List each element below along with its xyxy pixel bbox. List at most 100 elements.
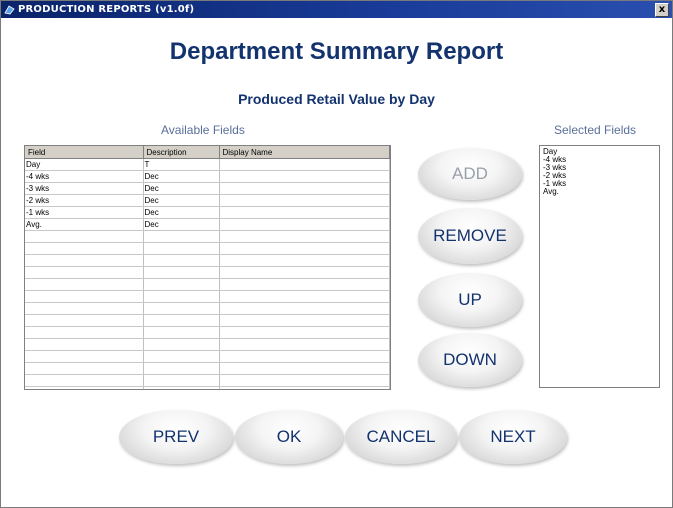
cell-field[interactable] — [25, 350, 144, 363]
cell-display-name[interactable] — [219, 386, 390, 389]
next-button[interactable]: NEXT — [459, 410, 567, 464]
cell-field[interactable] — [25, 278, 144, 291]
table-row[interactable]: -4 wks Dec — [25, 170, 390, 183]
table-row[interactable] — [25, 278, 390, 291]
cell-description[interactable] — [143, 350, 220, 363]
app-window: PRODUCTION REPORTS (v1.0f) x Department … — [0, 0, 673, 508]
selected-fields-label: Selected Fields — [554, 123, 637, 137]
cell-description[interactable] — [143, 362, 220, 375]
table-row[interactable] — [25, 302, 390, 315]
table-row[interactable] — [25, 338, 390, 351]
cell-description[interactable]: Dec — [143, 194, 220, 207]
cell-field[interactable] — [25, 314, 144, 327]
table-row[interactable] — [25, 326, 390, 339]
cell-description[interactable]: T — [143, 158, 220, 171]
cell-display-name[interactable] — [219, 266, 390, 279]
cell-display-name[interactable] — [219, 326, 390, 339]
cell-description[interactable] — [143, 266, 220, 279]
cancel-button[interactable]: CANCEL — [345, 410, 457, 464]
table-row[interactable] — [25, 242, 390, 255]
cell-display-name[interactable] — [219, 170, 390, 183]
cell-description[interactable]: Dec — [143, 218, 220, 231]
cell-description[interactable] — [143, 254, 220, 267]
cell-field[interactable] — [25, 266, 144, 279]
table-row[interactable]: -2 wks Dec — [25, 194, 390, 207]
report-subtitle: Produced Retail Value by Day — [238, 91, 435, 107]
cell-description[interactable] — [143, 230, 220, 243]
cell-description[interactable] — [143, 278, 220, 291]
add-button[interactable]: ADD — [418, 148, 522, 200]
table-row[interactable]: -3 wks Dec — [25, 182, 390, 195]
table-row[interactable] — [25, 254, 390, 267]
cell-description[interactable] — [143, 242, 220, 255]
cell-field[interactable] — [25, 302, 144, 315]
cell-description[interactable]: Dec — [143, 170, 220, 183]
cell-display-name[interactable] — [219, 218, 390, 231]
cell-field[interactable] — [25, 242, 144, 255]
cell-display-name[interactable] — [219, 278, 390, 291]
column-header-description[interactable]: Description — [143, 146, 220, 159]
cell-field[interactable]: Day — [25, 158, 144, 171]
cell-display-name[interactable] — [219, 374, 390, 387]
cell-display-name[interactable] — [219, 158, 390, 171]
column-header-field[interactable]: Field — [25, 146, 144, 159]
table-row[interactable]: Day T — [25, 158, 390, 171]
list-item[interactable]: -1 wks — [543, 180, 656, 188]
cell-description[interactable] — [143, 302, 220, 315]
cell-field[interactable] — [25, 386, 144, 389]
cell-description[interactable] — [143, 314, 220, 327]
available-fields-grid[interactable]: Field Description Display Name Day T -4 wk… — [24, 145, 391, 390]
cell-display-name[interactable] — [219, 230, 390, 243]
cell-field[interactable]: -2 wks — [25, 194, 144, 207]
cell-display-name[interactable] — [219, 206, 390, 219]
column-header-display-name[interactable]: Display Name — [219, 146, 390, 159]
close-button[interactable]: x — [655, 3, 669, 17]
cell-description[interactable] — [143, 338, 220, 351]
cell-field[interactable]: -3 wks — [25, 182, 144, 195]
list-item[interactable]: Avg. — [543, 188, 656, 196]
cell-field[interactable]: Avg. — [25, 218, 144, 231]
cell-display-name[interactable] — [219, 254, 390, 267]
down-button[interactable]: DOWN — [418, 333, 522, 387]
cell-description[interactable] — [143, 386, 220, 389]
cell-display-name[interactable] — [219, 350, 390, 363]
remove-button[interactable]: REMOVE — [418, 208, 522, 264]
cell-field[interactable] — [25, 374, 144, 387]
cell-display-name[interactable] — [219, 314, 390, 327]
cell-field[interactable] — [25, 290, 144, 303]
cell-description[interactable] — [143, 374, 220, 387]
cell-field[interactable] — [25, 362, 144, 375]
table-row[interactable] — [25, 314, 390, 327]
cell-display-name[interactable] — [219, 362, 390, 375]
cell-description[interactable]: Dec — [143, 182, 220, 195]
table-row[interactable] — [25, 230, 390, 243]
cell-field[interactable]: -4 wks — [25, 170, 144, 183]
table-row[interactable]: -1 wks Dec — [25, 206, 390, 219]
table-row[interactable]: Avg. Dec — [25, 218, 390, 231]
cell-display-name[interactable] — [219, 302, 390, 315]
cell-description[interactable] — [143, 326, 220, 339]
up-button[interactable]: UP — [418, 273, 522, 327]
cell-display-name[interactable] — [219, 182, 390, 195]
cell-field[interactable] — [25, 230, 144, 243]
cell-display-name[interactable] — [219, 242, 390, 255]
cell-display-name[interactable] — [219, 338, 390, 351]
table-row[interactable] — [25, 374, 390, 387]
ok-button[interactable]: OK — [235, 410, 343, 464]
cell-field[interactable] — [25, 326, 144, 339]
table-row[interactable] — [25, 290, 390, 303]
page-title: Department Summary Report — [169, 38, 504, 65]
table-row[interactable] — [25, 362, 390, 375]
cell-description[interactable]: Dec — [143, 206, 220, 219]
prev-button[interactable]: PREV — [119, 410, 233, 464]
selected-fields-list[interactable]: Day -4 wks -3 wks -2 wks -1 wks Avg. — [539, 145, 660, 388]
cell-display-name[interactable] — [219, 290, 390, 303]
table-row[interactable] — [25, 386, 390, 389]
cell-field[interactable] — [25, 254, 144, 267]
cell-field[interactable]: -1 wks — [25, 206, 144, 219]
table-row[interactable] — [25, 350, 390, 363]
cell-field[interactable] — [25, 338, 144, 351]
cell-description[interactable] — [143, 290, 220, 303]
cell-display-name[interactable] — [219, 194, 390, 207]
table-row[interactable] — [25, 266, 390, 279]
